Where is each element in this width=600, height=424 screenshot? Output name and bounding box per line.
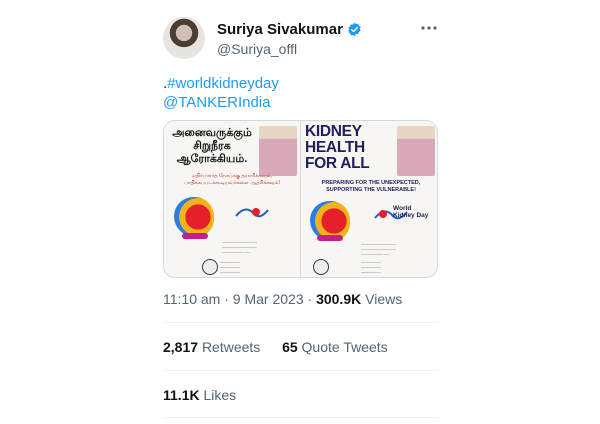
divider bbox=[163, 417, 439, 418]
kidney-heart-graphic bbox=[174, 197, 214, 237]
divider bbox=[163, 322, 439, 323]
quotes-label: Quote Tweets bbox=[301, 339, 388, 355]
hashtag-link[interactable]: #worldkidneyday bbox=[167, 75, 279, 92]
fine-print-lines: ────────────── ────────────── ───────── ── bbox=[361, 243, 396, 257]
kidney-health-subtitle: PREPARING FOR THE UNEXPECTED, SUPPORTING… bbox=[321, 180, 421, 193]
fine-print-footer: ──────── ──────── ──────── bbox=[220, 261, 240, 275]
author-name-row: Suriya Sivakumar bbox=[217, 21, 362, 38]
meta-separator: · bbox=[307, 291, 313, 307]
tweet-date[interactable]: 9 Mar 2023 bbox=[233, 291, 304, 307]
fine-print-lines: ────────────── ────────────── ───────── ── bbox=[222, 241, 257, 255]
author-handle[interactable]: @Suriya_offl bbox=[217, 41, 297, 57]
tweet-time[interactable]: 11:10 am bbox=[163, 291, 220, 307]
ribbon-graphic bbox=[317, 235, 343, 241]
verified-badge-icon bbox=[347, 22, 362, 37]
media-image-english[interactable]: KIDNEY HEALTH FOR ALL PREPARING FOR THE … bbox=[301, 121, 437, 277]
avatar[interactable] bbox=[163, 17, 205, 59]
retweets-count: 2,817 bbox=[163, 339, 199, 355]
mention-link[interactable]: @TANKERIndia bbox=[163, 94, 270, 111]
divider bbox=[163, 370, 439, 371]
tweet-meta: 11:10 am · 9 Mar 2023 · 300.9K Views bbox=[163, 291, 402, 307]
quote-tweets-link[interactable]: 65 Quote Tweets bbox=[282, 339, 388, 355]
world-kidney-day-label: World Kidney Day bbox=[393, 205, 429, 219]
retweets-link[interactable]: 2,817 Retweets bbox=[163, 339, 260, 355]
tamil-title: அனைவருக்கும் சிறுநீரக ஆரோக்கியம். bbox=[172, 127, 252, 165]
seal-icon bbox=[202, 259, 218, 275]
tweet-text-line-1: .#worldkidneyday bbox=[163, 74, 279, 93]
views-count: 300.9K bbox=[316, 291, 362, 307]
portrait-photo bbox=[397, 126, 435, 176]
tweet-stats: 2,817 Retweets 65 Quote Tweets bbox=[163, 339, 388, 355]
world-kidney-day-logo bbox=[235, 208, 269, 218]
likes-count: 11.1K bbox=[163, 387, 200, 403]
media-image-tamil[interactable]: அனைவருக்கும் சிறுநீரக ஆரோக்கியம். எதிர்ப… bbox=[164, 121, 300, 277]
meta-separator: · bbox=[224, 291, 229, 307]
quotes-count: 65 bbox=[282, 339, 298, 355]
views-label: Views bbox=[365, 291, 403, 307]
seal-icon bbox=[313, 259, 329, 275]
portrait-photo bbox=[259, 126, 297, 176]
retweets-label: Retweets bbox=[201, 339, 261, 355]
tweet-header: Suriya Sivakumar @Suriya_offl bbox=[163, 17, 439, 61]
tweet: Suriya Sivakumar @Suriya_offl .#worldkid… bbox=[163, 0, 439, 424]
likes-link[interactable]: 11.1K Likes bbox=[163, 387, 236, 403]
tamil-subtitle: எதிர்பாராத நோய்க்கு தயாரிக்கவும், பாதிக்… bbox=[184, 173, 280, 186]
tweet-media[interactable]: அனைவருக்கும் சிறுநீரக ஆரோக்கியம். எதிர்ப… bbox=[163, 120, 438, 278]
fine-print-footer: ──────── ──────── ──────── bbox=[361, 261, 381, 275]
tweet-text-line-2: @TANKERIndia bbox=[163, 93, 270, 112]
author-name[interactable]: Suriya Sivakumar bbox=[217, 21, 343, 38]
more-options-icon[interactable] bbox=[419, 21, 439, 37]
likes-label: Likes bbox=[203, 387, 237, 403]
ribbon-graphic bbox=[182, 233, 208, 239]
kidney-health-title: KIDNEY HEALTH FOR ALL bbox=[305, 123, 370, 172]
